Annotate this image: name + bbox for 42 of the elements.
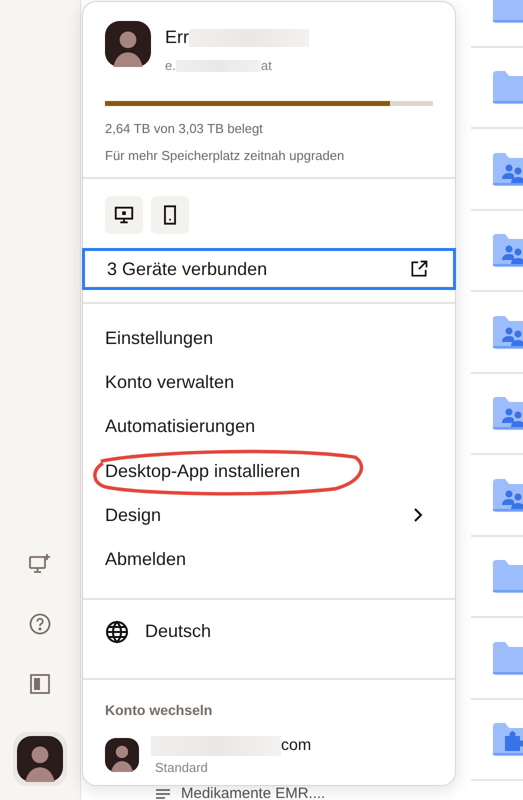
shared-folder-icon[interactable] <box>493 152 523 186</box>
monitor-plus-icon[interactable] <box>28 552 52 576</box>
text-file-icon <box>155 788 171 800</box>
folder-icon[interactable] <box>493 640 523 675</box>
menu-item[interactable]: Design <box>105 504 162 526</box>
account-item[interactable]: com Standard <box>83 718 455 775</box>
email-start: e. <box>165 58 176 73</box>
account-button[interactable] <box>13 732 67 786</box>
desktop-button[interactable] <box>105 196 143 234</box>
menu-item[interactable]: Einstellungen <box>105 328 214 349</box>
devices-label: 3 Geräte verbunden <box>107 258 268 280</box>
menu-item[interactable]: Konto verwalten <box>105 372 234 393</box>
help-icon[interactable] <box>28 612 52 636</box>
chevron-right-icon <box>413 507 423 524</box>
panel-icon[interactable] <box>28 672 52 696</box>
shared-folder-icon[interactable] <box>493 478 523 512</box>
user-name: Err <box>165 27 189 48</box>
avatar <box>105 21 151 67</box>
puzzle-folder-icon[interactable] <box>493 722 523 756</box>
email-end: at <box>260 58 272 73</box>
phone-button[interactable] <box>151 196 189 234</box>
globe-icon <box>105 620 129 644</box>
storage-usage: 2,64 TB von 3,03 TB belegt <box>105 121 264 136</box>
language-item[interactable]: Deutsch <box>83 600 455 664</box>
monitor-icon <box>113 204 135 226</box>
devices-row[interactable]: 3 Geräte verbunden <box>82 248 456 290</box>
avatar <box>105 738 139 772</box>
external-link-icon <box>409 259 429 279</box>
menu-item[interactable]: Automatisierungen <box>105 416 256 438</box>
menu-item[interactable]: Desktop-App installieren <box>105 460 300 482</box>
avatar <box>17 736 63 782</box>
upgrade-hint: Für mehr Speicherplatz zeitnah upgraden <box>105 148 346 163</box>
shared-folder-icon[interactable] <box>493 314 523 349</box>
menu-item[interactable]: Abmelden <box>105 549 186 570</box>
folder-icon[interactable] <box>493 70 523 104</box>
account-role: Standard <box>154 760 209 775</box>
account-email: com <box>281 736 312 755</box>
shared-folder-icon[interactable] <box>493 396 523 430</box>
shared-folder-icon[interactable] <box>493 233 523 268</box>
section-title: Konto wechseln <box>105 702 214 718</box>
folder-icon[interactable] <box>493 559 523 594</box>
file-name: Medikamente EMR.... <box>181 787 326 800</box>
